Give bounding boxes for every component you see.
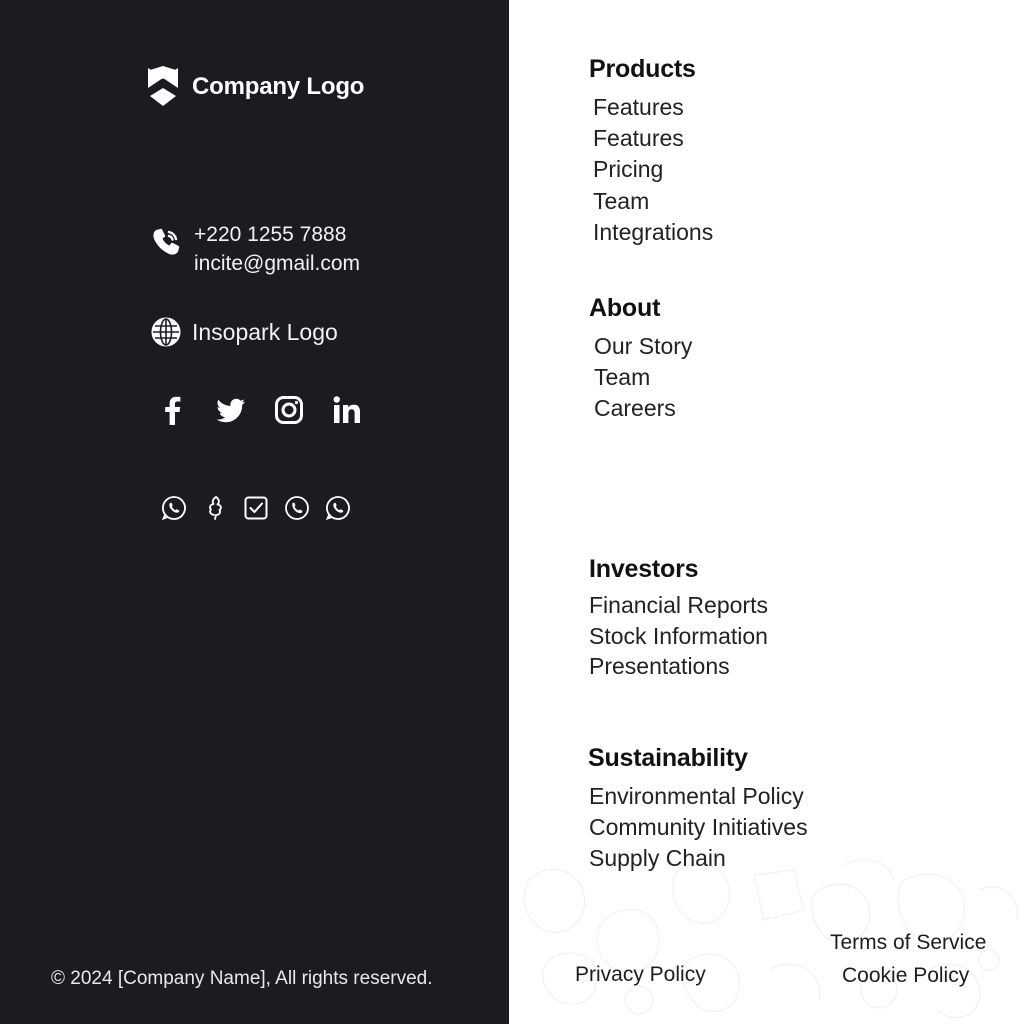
nav-link-pricing[interactable]: Pricing <box>593 154 713 185</box>
nav-section-investors: Investors Financial Reports Stock Inform… <box>589 555 768 682</box>
nav-link-features[interactable]: Features <box>593 92 713 123</box>
social-links <box>156 392 364 428</box>
nav-section-about: About Our Story Team Careers <box>589 294 692 424</box>
brand[interactable]: Company Logo <box>146 66 364 108</box>
nav-link-financial-reports[interactable]: Financial Reports <box>589 590 768 621</box>
nav-link-our-story[interactable]: Our Story <box>594 331 692 362</box>
nav-link-careers[interactable]: Careers <box>594 393 692 424</box>
website-label: Insopark Logo <box>192 318 338 345</box>
nav-link-community-initiatives[interactable]: Community Initiatives <box>589 812 808 843</box>
nav-heading-about: About <box>589 294 661 322</box>
nav-section-sustainability: Sustainability Environmental Policy Comm… <box>588 744 808 874</box>
nav-link-features-2[interactable]: Features <box>593 123 713 154</box>
nav-link-about-team[interactable]: Team <box>594 362 692 393</box>
nav-section-products: Products Features Features Pricing Team … <box>589 55 713 248</box>
phone-number[interactable]: +220 1255 7888 <box>194 222 360 247</box>
phone-circle-icon[interactable] <box>283 494 311 522</box>
privacy-policy-link[interactable]: Privacy Policy <box>575 963 706 987</box>
twitter-icon[interactable] <box>214 392 248 428</box>
linkedin-icon[interactable] <box>330 392 364 428</box>
nav-link-team[interactable]: Team <box>593 186 713 217</box>
contact-block: +220 1255 7888 incite@gmail.com <box>150 222 360 276</box>
nav-link-supply-chain[interactable]: Supply Chain <box>589 843 808 874</box>
nav-link-integrations[interactable]: Integrations <box>593 217 713 248</box>
website-link[interactable]: Insopark Logo <box>150 316 338 348</box>
terms-of-service-link[interactable]: Terms of Service <box>830 931 986 955</box>
nav-heading-products: Products <box>589 55 696 83</box>
cookie-policy-link[interactable]: Cookie Policy <box>842 964 969 988</box>
whatsapp-alt-icon[interactable] <box>324 494 352 522</box>
company-logo-icon <box>148 66 178 106</box>
copyright-text: © 2024 [Company Name], All rights reserv… <box>51 968 433 989</box>
whatsapp-icon[interactable] <box>160 494 188 522</box>
leaf-icon[interactable] <box>201 494 229 522</box>
nav-link-stock-information[interactable]: Stock Information <box>589 621 768 652</box>
instagram-icon[interactable] <box>272 392 306 428</box>
checkbox-icon[interactable] <box>242 494 270 522</box>
brand-name: Company Logo <box>192 73 365 100</box>
footer-left-panel: Company Logo +220 1255 7888 incite@gmail… <box>0 0 509 1024</box>
facebook-icon[interactable] <box>156 392 190 428</box>
globe-icon <box>151 317 181 347</box>
footer-right-panel: Products Features Features Pricing Team … <box>509 0 1024 1024</box>
nav-link-environmental-policy[interactable]: Environmental Policy <box>589 781 808 812</box>
secondary-links <box>160 494 352 522</box>
nav-heading-sustainability: Sustainability <box>588 744 748 772</box>
email-address[interactable]: incite@gmail.com <box>194 251 360 276</box>
nav-heading-investors: Investors <box>589 555 699 583</box>
phone-icon <box>153 228 180 255</box>
nav-link-presentations[interactable]: Presentations <box>589 651 768 682</box>
